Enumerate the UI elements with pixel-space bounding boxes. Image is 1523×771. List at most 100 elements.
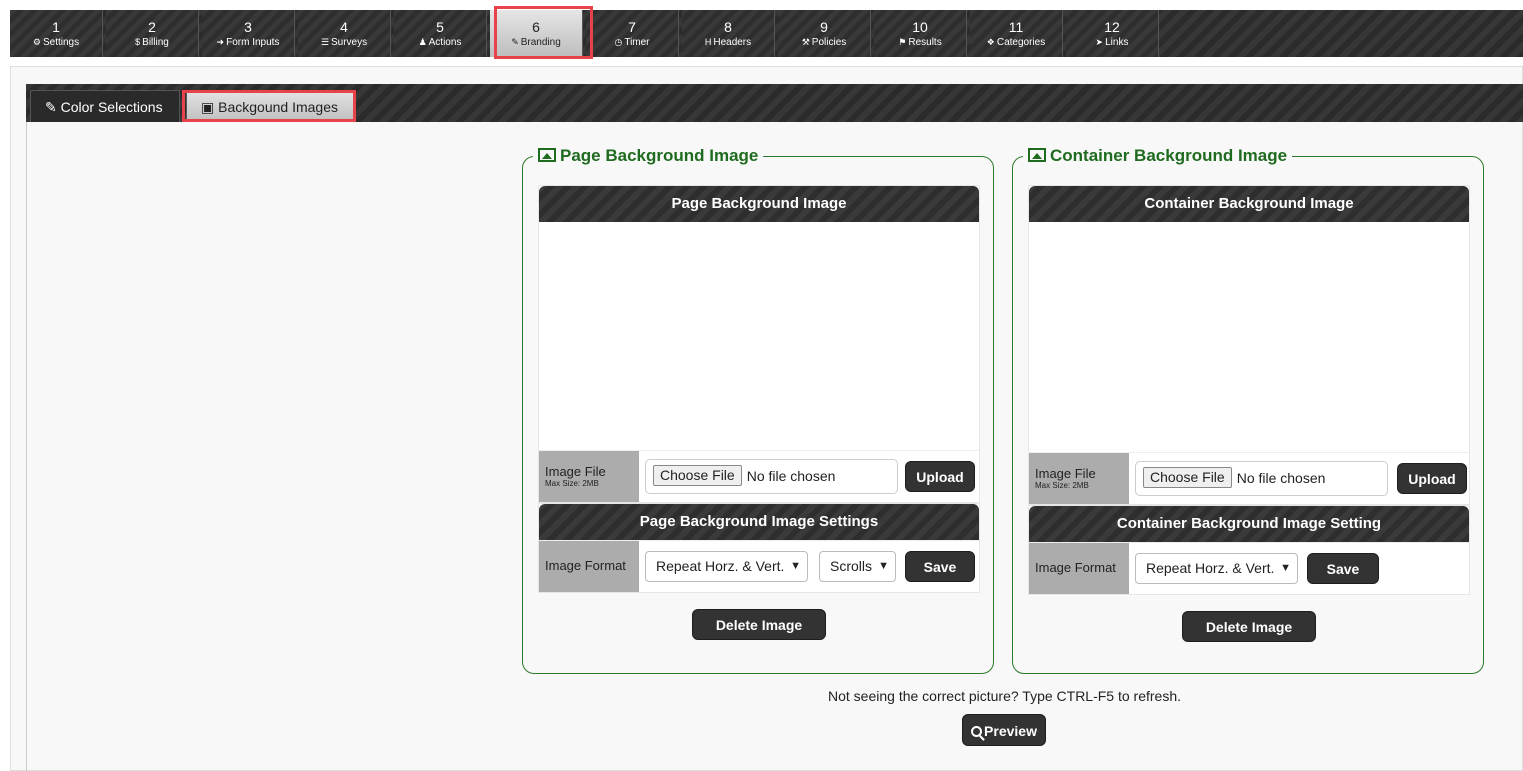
- card-header: Page Background Image: [539, 186, 979, 222]
- file-input[interactable]: Choose File No file chosen: [1135, 461, 1388, 496]
- step-branding[interactable]: 6 ✎ Branding: [490, 10, 583, 57]
- step-label: Actions: [428, 37, 462, 48]
- step-surveys[interactable]: 4 ☰ Surveys: [298, 10, 391, 57]
- step-label: Categories: [996, 37, 1046, 48]
- container-background-settings-card: Container Background Image Setting Image…: [1028, 505, 1470, 595]
- container-background-fieldset: Container Background Image Container Bac…: [1012, 145, 1484, 674]
- image-icon: [538, 148, 556, 162]
- step-results[interactable]: 10 ⚑ Results: [874, 10, 967, 57]
- file-status: No file chosen: [1236, 470, 1326, 486]
- page-background-card: Page Background Image Image File Max Siz…: [538, 185, 980, 503]
- step-links[interactable]: 12 ➤ Links: [1066, 10, 1159, 57]
- brush-icon: ✎: [45, 99, 57, 115]
- dollar-icon: $: [135, 37, 141, 47]
- step-number: 12: [1104, 19, 1120, 35]
- image-file-label: Image File Max Size: 2MB: [1029, 453, 1129, 504]
- tab-color-selections[interactable]: ✎ Color Selections: [30, 90, 180, 122]
- step-number: 8: [724, 19, 732, 35]
- tab-label: Color Selections: [60, 99, 163, 115]
- step-label: Results: [908, 37, 942, 48]
- step-label: Policies: [811, 37, 847, 48]
- search-icon: [971, 726, 983, 737]
- step-number: 3: [244, 19, 252, 35]
- preview-label: Preview: [984, 723, 1037, 739]
- image-preview: [539, 222, 979, 450]
- tab-label: Backgound Images: [218, 99, 338, 115]
- brush-icon: ✎: [511, 37, 519, 47]
- step-settings[interactable]: 1 ⚙ Settings: [10, 10, 103, 57]
- step-timer[interactable]: 7 ◷ Timer: [586, 10, 679, 57]
- tab-background-images[interactable]: ▣ Backgound Images: [186, 90, 354, 122]
- step-navigation-bar: 1 ⚙ Settings 2 $ Billing 3 ➜ Form Inputs 4 …: [10, 10, 1523, 57]
- gavel-icon: ⚒: [801, 37, 810, 47]
- image-file-row: Image File Max Size: 2MB Choose File No f…: [539, 450, 979, 502]
- save-button[interactable]: Save: [905, 551, 975, 582]
- upload-button[interactable]: Upload: [1397, 463, 1467, 494]
- sub-tab-bar: ✎ Color Selections ▣ Backgound Images: [26, 84, 1523, 122]
- step-label: Links: [1105, 37, 1129, 48]
- gear-icon: ⚙: [32, 37, 41, 47]
- image-icon: ▣: [201, 99, 215, 115]
- pointer-icon: ➤: [1095, 37, 1104, 47]
- upload-button[interactable]: Upload: [905, 461, 975, 492]
- step-label: Surveys: [330, 37, 368, 48]
- refresh-note: Not seeing the correct picture? Type CTR…: [828, 688, 1182, 704]
- flag-icon: ⚑: [898, 37, 907, 47]
- delete-image-button[interactable]: Delete Image: [692, 609, 826, 640]
- image-file-label: Image File Max Size: 2MB: [539, 451, 639, 502]
- choose-file-button[interactable]: Choose File: [1143, 467, 1232, 488]
- save-button[interactable]: Save: [1307, 553, 1379, 584]
- clock-icon: ◷: [614, 37, 623, 47]
- step-number: 7: [628, 19, 636, 35]
- fieldset-legend: Page Background Image: [533, 145, 764, 167]
- legend-text: Page Background Image: [560, 146, 759, 165]
- image-format-row: Image Format Repeat Horz. & Vert. ▼ Save: [1029, 542, 1469, 594]
- image-file-row: Image File Max Size: 2MB Choose File No f…: [1029, 452, 1469, 504]
- step-number: 6: [532, 19, 540, 35]
- step-number: 11: [1008, 19, 1024, 35]
- chevron-down-icon: ▼: [1280, 562, 1291, 574]
- cubes-icon: ❖: [986, 37, 995, 47]
- image-format-label: Image Format: [1029, 543, 1129, 594]
- step-categories[interactable]: 11 ❖ Categories: [970, 10, 1063, 57]
- header-icon: H: [704, 37, 712, 47]
- legend-text: Container Background Image: [1050, 146, 1288, 165]
- step-headers[interactable]: 8 H Headers: [682, 10, 775, 57]
- divider: [26, 122, 27, 771]
- choose-file-button[interactable]: Choose File: [653, 465, 742, 486]
- page-background-fieldset: Page Background Image Page Background Im…: [522, 145, 994, 674]
- image-format-label: Image Format: [539, 541, 639, 592]
- step-billing[interactable]: 2 $ Billing: [106, 10, 199, 57]
- step-number: 1: [52, 19, 60, 35]
- card-header: Page Background Image Settings: [539, 504, 979, 540]
- max-size-note: Max Size: 2MB: [545, 479, 599, 488]
- image-icon: [1028, 148, 1046, 162]
- file-input[interactable]: Choose File No file chosen: [645, 459, 898, 494]
- step-actions[interactable]: 5 ♟ Actions: [394, 10, 487, 57]
- list-icon: ☰: [320, 37, 329, 47]
- step-label: Timer: [624, 37, 650, 48]
- step-label: Settings: [42, 37, 80, 48]
- preview-button[interactable]: Preview: [962, 714, 1046, 746]
- step-number: 5: [436, 19, 444, 35]
- chevron-down-icon: ▼: [878, 560, 889, 572]
- scroll-select[interactable]: Scrolls ▼: [819, 551, 896, 582]
- card-header: Container Background Image Setting: [1029, 506, 1469, 542]
- max-size-note: Max Size: 2MB: [1035, 481, 1089, 490]
- sign-in-icon: ➜: [216, 37, 225, 47]
- user-icon: ♟: [418, 37, 427, 47]
- fieldset-legend: Container Background Image: [1023, 145, 1293, 167]
- step-policies[interactable]: 9 ⚒ Policies: [778, 10, 871, 57]
- step-number: 2: [148, 19, 156, 35]
- delete-image-button[interactable]: Delete Image: [1182, 611, 1316, 642]
- step-number: 9: [820, 19, 828, 35]
- step-form-inputs[interactable]: 3 ➜ Form Inputs: [202, 10, 295, 57]
- image-preview: [1029, 222, 1469, 452]
- image-format-select[interactable]: Repeat Horz. & Vert. ▼: [645, 551, 808, 582]
- step-label: Headers: [713, 37, 752, 48]
- file-status: No file chosen: [746, 468, 836, 484]
- card-header: Container Background Image: [1029, 186, 1469, 222]
- step-number: 10: [912, 19, 928, 35]
- image-format-select[interactable]: Repeat Horz. & Vert. ▼: [1135, 553, 1298, 584]
- step-label: Branding: [520, 37, 561, 48]
